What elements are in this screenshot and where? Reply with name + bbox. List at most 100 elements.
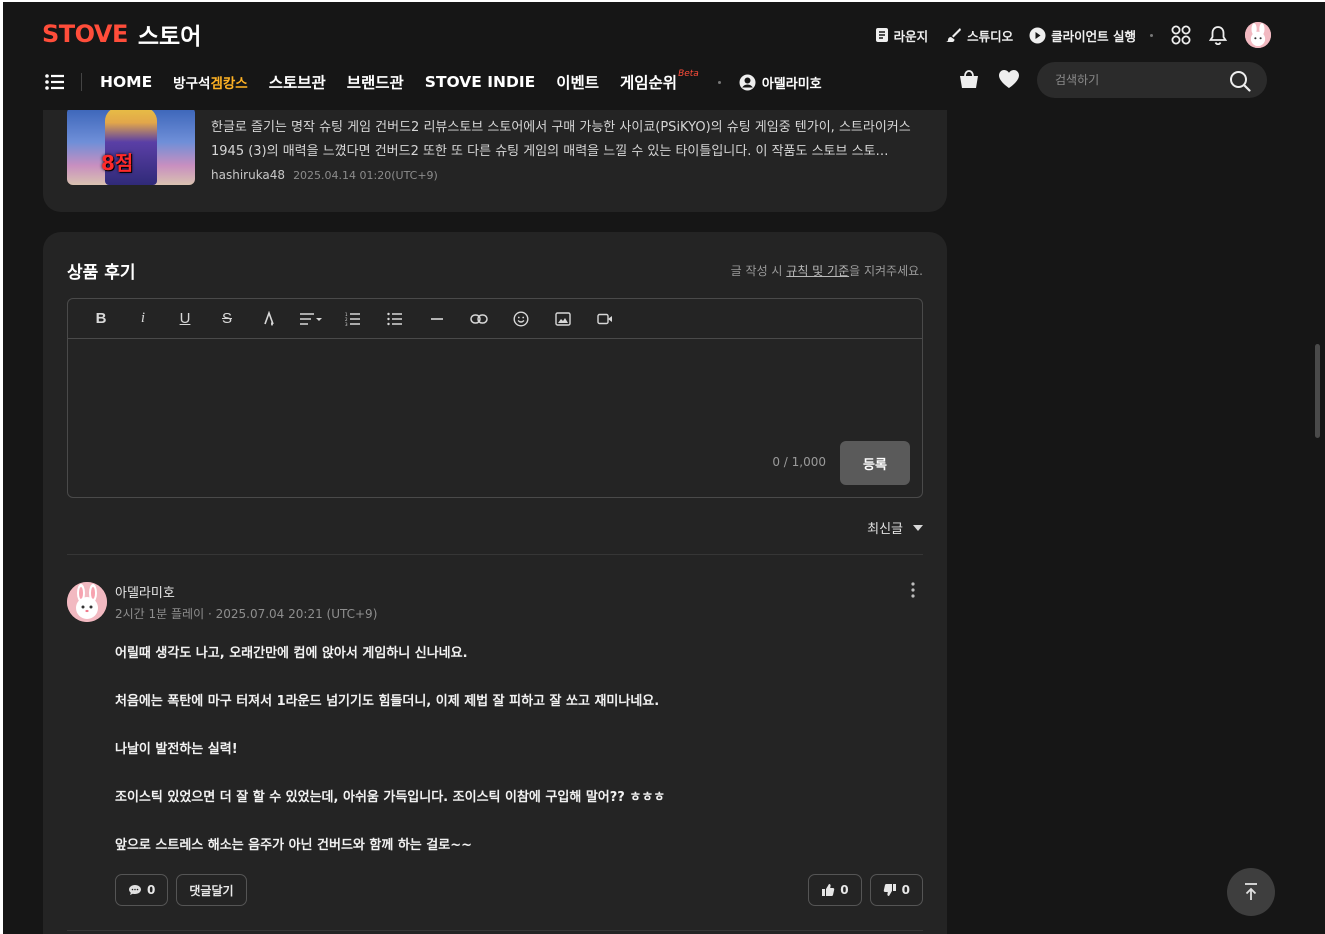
search-input[interactable] xyxy=(1055,70,1215,90)
arrow-up-to-top-icon xyxy=(1245,883,1257,900)
horizontal-rule-button[interactable] xyxy=(416,299,458,339)
more-options-button[interactable] xyxy=(911,582,915,602)
align-button[interactable] xyxy=(290,299,332,339)
ordered-list-button[interactable]: 123 xyxy=(332,299,374,339)
nav-divider xyxy=(81,73,82,91)
underline-icon: U xyxy=(179,310,191,327)
review-meta: 2시간 1분 플레이 · 2025.07.04 20:21 (UTC+9) xyxy=(115,605,377,622)
nav-gemcamps[interactable]: 방구석겜캉스 xyxy=(173,72,248,92)
comment-count: 0 xyxy=(147,883,156,897)
user-circle-icon xyxy=(739,74,756,90)
menu-button[interactable] xyxy=(45,73,65,91)
comment-count-button[interactable]: 0 xyxy=(115,874,169,906)
client-launch-label: 클라이언트 실행 xyxy=(1051,28,1136,44)
review-line: 앞으로 스트레스 해소는 음주가 아닌 건버드와 함께 하는 걸로~~ xyxy=(115,838,472,853)
document-icon xyxy=(875,28,888,42)
main-nav: HOME 방구석겜캉스 스토브관 브랜드관 STOVE INDIE 이벤트 게임… xyxy=(45,64,822,100)
nav-user-name: 아델라미호 xyxy=(761,76,822,92)
meta-separator: · xyxy=(207,607,216,621)
bunny-avatar-icon xyxy=(67,582,107,622)
rules-prefix: 글 작성 시 xyxy=(730,264,787,278)
top-review-date: 2025.04.14 01:20(UTC+9) xyxy=(293,169,438,182)
link-button[interactable] xyxy=(458,299,500,339)
dislike-count: 0 xyxy=(901,883,910,897)
top-review-text[interactable]: 한글로 즐기는 명작 슈팅 게임 건버드2 리뷰스토브 스토어에서 구매 가능한… xyxy=(211,116,915,164)
review-date: 2025.07.04 20:21 (UTC+9) xyxy=(215,607,378,621)
logo-store: 스토어 xyxy=(137,24,202,50)
apps-button[interactable] xyxy=(1171,25,1191,45)
nav-user-profile[interactable]: 아델라미호 xyxy=(739,73,822,92)
nav-stove-hall[interactable]: 스토브관 xyxy=(269,71,326,93)
lounge-link[interactable]: 라운지 xyxy=(875,26,928,45)
review-actions: 0 댓글달기 xyxy=(115,874,247,906)
align-icon xyxy=(300,312,322,325)
user-avatar[interactable] xyxy=(1245,22,1271,48)
char-counter: 0 / 1,000 xyxy=(772,455,826,469)
emoji-button[interactable] xyxy=(500,299,542,339)
store-page: 8점 한글로 즐기는 명작 슈팅 게임 건버드2 리뷰스토브 스토어에서 구매 … xyxy=(3,2,1325,934)
nav-ranking[interactable]: 게임순위Beta xyxy=(620,69,699,93)
review-line: 처음에는 폭탄에 마구 터져서 1라운드 넘기기도 힘들더니, 이제 제법 잘 … xyxy=(115,694,660,709)
speech-bubble-icon xyxy=(129,885,141,895)
rules-link[interactable]: 규칙 및 기준 xyxy=(786,264,849,278)
heart-icon xyxy=(999,70,1019,88)
svg-text:3: 3 xyxy=(345,322,348,326)
thumbs-down-icon xyxy=(883,884,896,896)
video-button[interactable] xyxy=(584,299,626,339)
editor-toolbar: B i U S 123 xyxy=(68,299,922,339)
scrollbar-thumb[interactable] xyxy=(1315,344,1320,438)
strikethrough-icon: S xyxy=(221,310,232,327)
like-button[interactable]: 0 xyxy=(808,874,862,906)
nav-separator xyxy=(717,80,721,84)
divider xyxy=(67,554,923,555)
review-author[interactable]: 아델라미호 xyxy=(115,582,175,601)
nav-event[interactable]: 이벤트 xyxy=(556,71,599,93)
util-separator xyxy=(1150,33,1153,37)
search-bar xyxy=(1037,62,1267,98)
nav-brand-hall[interactable]: 브랜드관 xyxy=(347,71,404,93)
thumbs-up-icon xyxy=(822,884,835,896)
nav-home[interactable]: HOME xyxy=(100,73,152,91)
notification-button[interactable] xyxy=(1209,25,1227,45)
sort-dropdown[interactable]: 최신글 xyxy=(867,518,923,537)
apps-grid-icon xyxy=(1171,25,1191,45)
bullet-list-button[interactable] xyxy=(374,299,416,339)
strikethrough-button[interactable]: S xyxy=(206,299,248,339)
review-editor[interactable]: B i U S 123 0 / 1,000 등록 xyxy=(67,298,923,498)
stove-store-logo[interactable]: STOVE 스토어 xyxy=(42,18,201,50)
text-color-button[interactable] xyxy=(248,299,290,339)
review-thumbnail[interactable]: 8점 xyxy=(67,107,195,185)
studio-link[interactable]: 스튜디오 xyxy=(944,26,1013,45)
reply-button[interactable]: 댓글달기 xyxy=(176,874,247,906)
top-review-author[interactable]: hashiruka48 xyxy=(211,168,285,182)
bold-icon: B xyxy=(95,310,107,327)
review-body: 어릴때 생각도 나고, 오래간만에 컴에 앉아서 게임하니 신나네요. 처음에는… xyxy=(115,642,895,882)
client-launch-link[interactable]: 클라이언트 실행 xyxy=(1029,26,1136,45)
dislike-button[interactable]: 0 xyxy=(869,874,923,906)
text-color-icon xyxy=(264,310,274,326)
review-line: 나날이 발전하는 실력! xyxy=(115,742,238,757)
scroll-to-top-button[interactable] xyxy=(1227,868,1275,916)
like-count: 0 xyxy=(840,883,849,897)
nav-indie[interactable]: STOVE INDIE xyxy=(425,73,535,91)
nav-ranking-label: 게임순위 xyxy=(620,74,678,92)
rules-suffix: 을 지켜주세요. xyxy=(849,264,923,278)
nav-gemcamps-highlight: 겜캉스 xyxy=(210,76,248,92)
section-title: 상품 후기 xyxy=(67,263,136,283)
underline-button[interactable]: U xyxy=(164,299,206,339)
review-line: 어릴때 생각도 나고, 오래간만에 컴에 앉아서 게임하니 신나네요. xyxy=(115,646,468,661)
studio-label: 스튜디오 xyxy=(967,28,1014,44)
wishlist-button[interactable] xyxy=(998,69,1020,93)
italic-button[interactable]: i xyxy=(122,299,164,339)
rules-notice: 글 작성 시 규칙 및 기준을 지켜주세요. xyxy=(731,262,923,279)
emoji-icon xyxy=(513,310,529,327)
review-playtime: 2시간 1분 플레이 xyxy=(115,607,205,621)
cart-button[interactable] xyxy=(958,68,980,94)
bold-button[interactable]: B xyxy=(80,299,122,339)
image-icon xyxy=(555,311,571,326)
utility-menu: 라운지 스튜디오 클라이언트 실행 xyxy=(859,20,1271,50)
search-button[interactable] xyxy=(1229,70,1251,96)
submit-button[interactable]: 등록 xyxy=(840,441,910,485)
image-button[interactable] xyxy=(542,299,584,339)
avatar[interactable] xyxy=(67,582,107,622)
